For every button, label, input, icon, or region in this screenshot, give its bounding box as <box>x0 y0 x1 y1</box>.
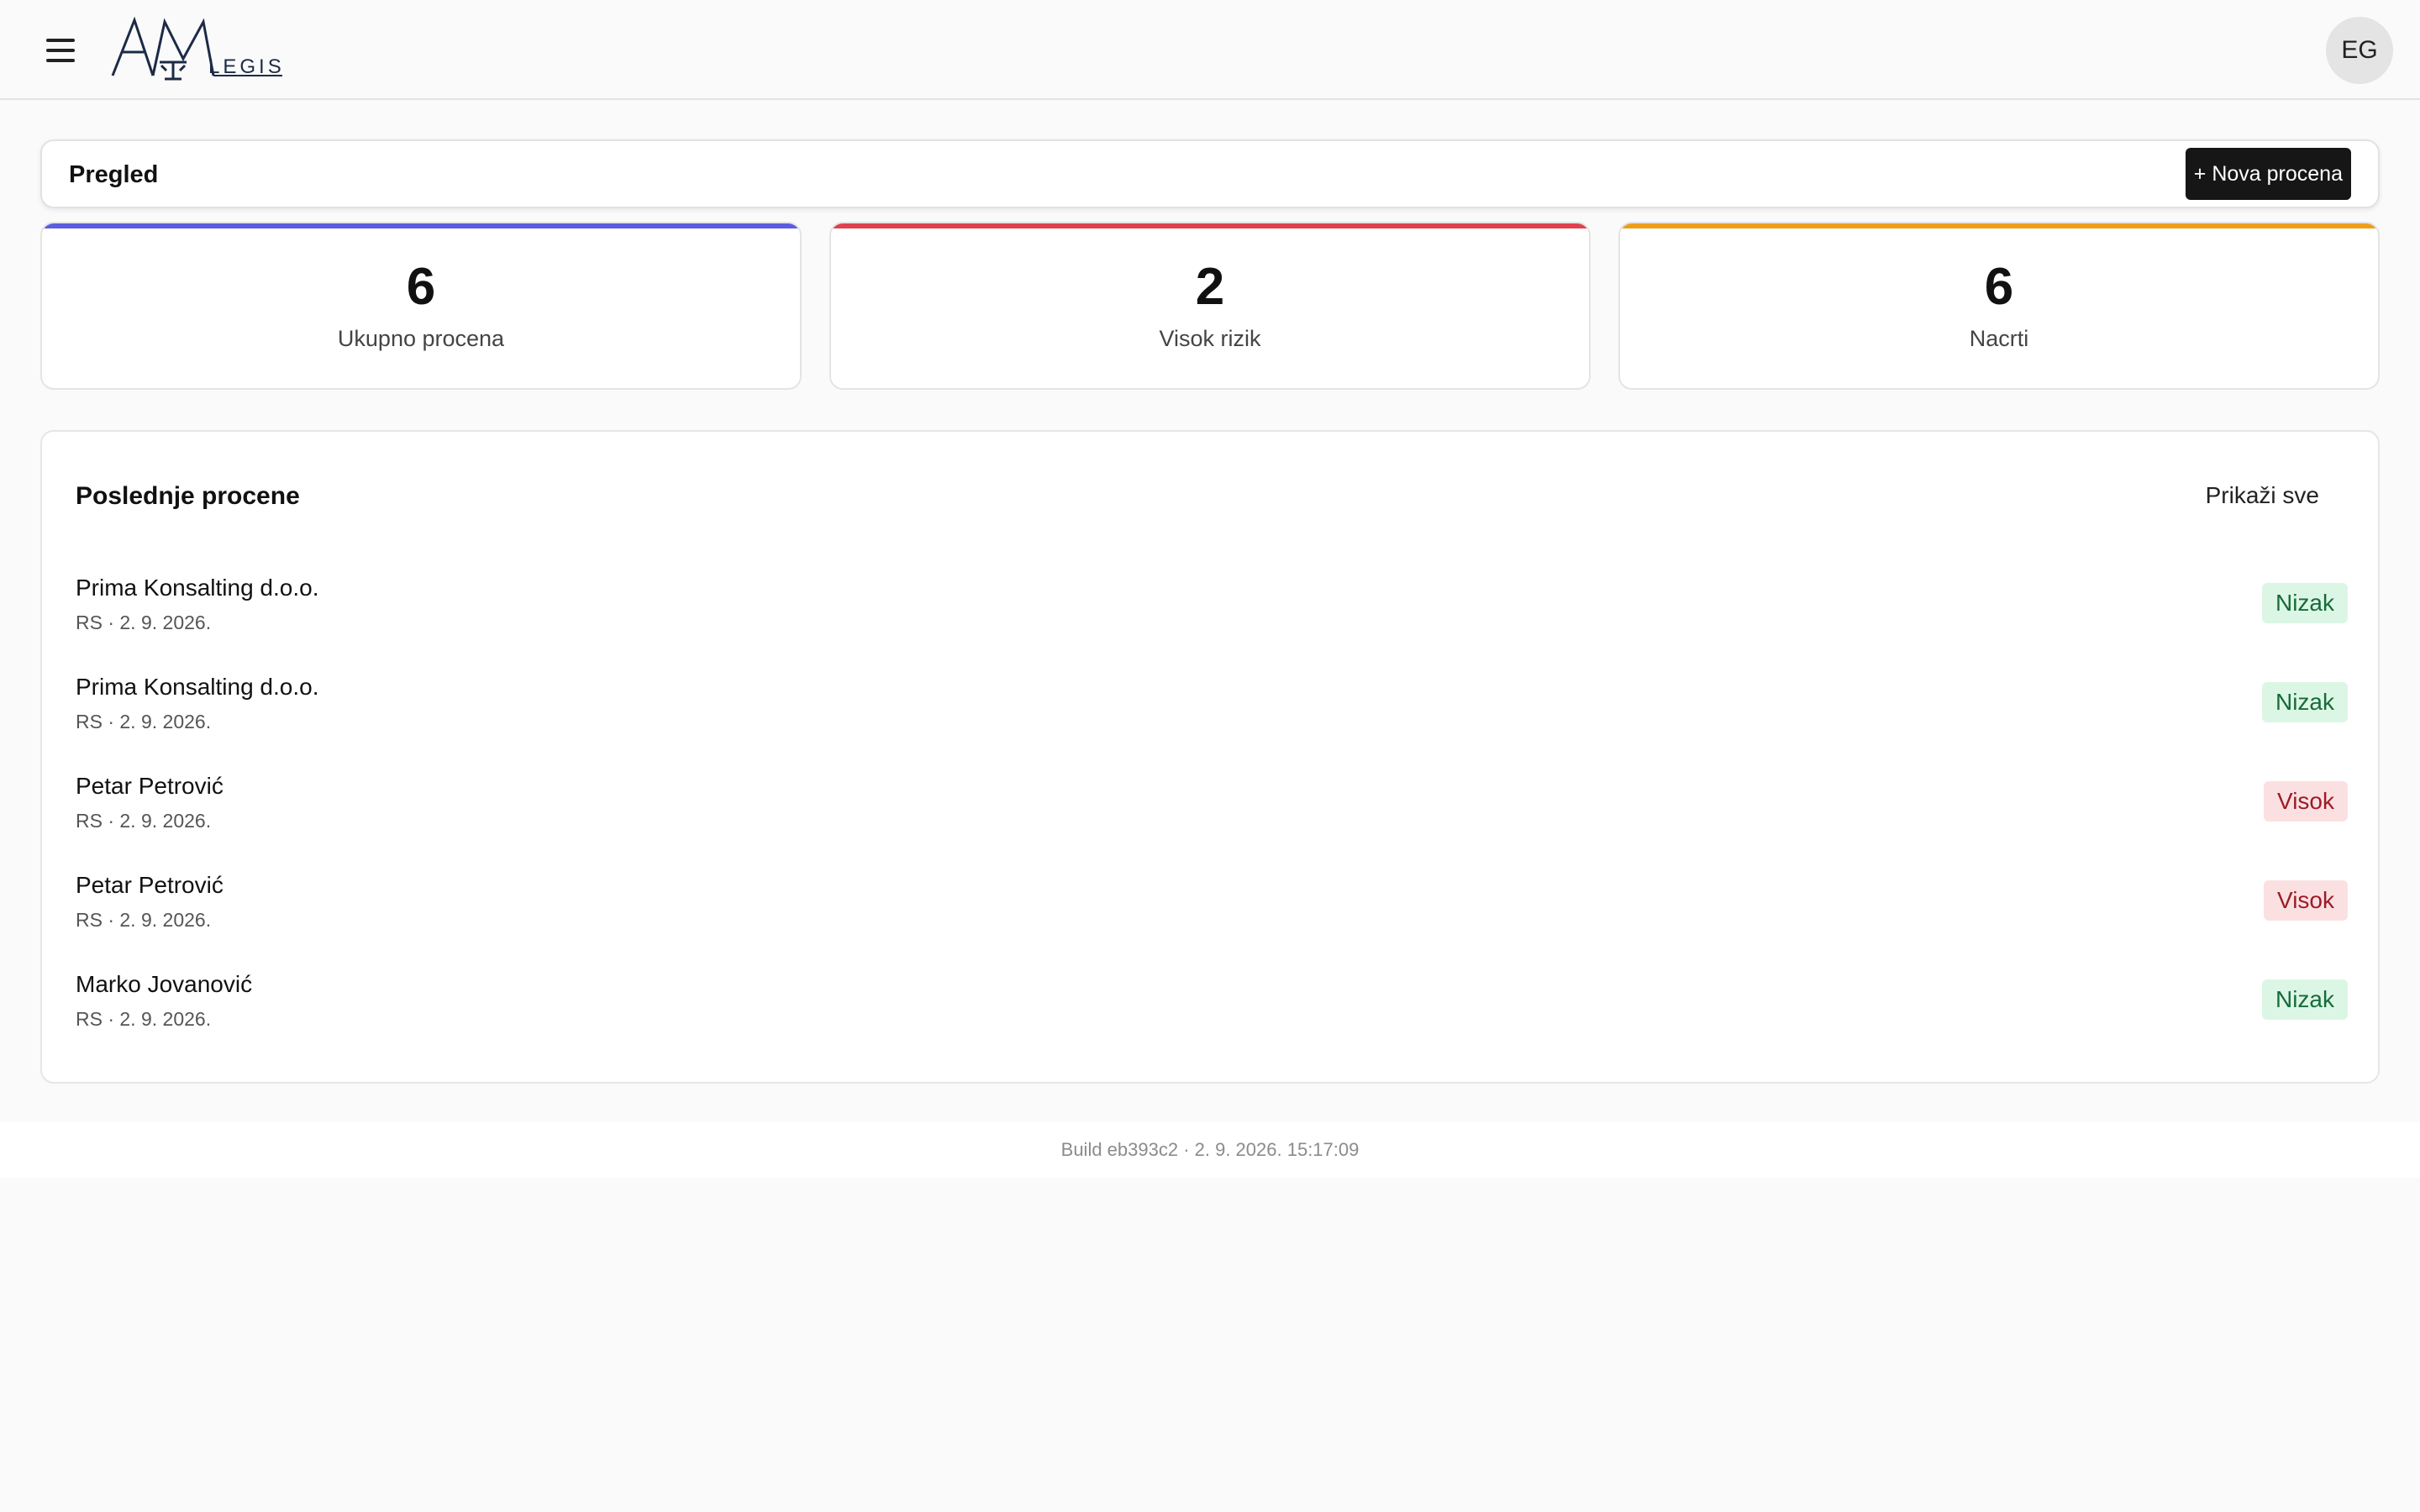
item-meta: RS · 2. 9. 2026. <box>76 612 212 633</box>
recent-title: Poslednje procene <box>76 482 300 510</box>
stat-value: 6 <box>1984 258 2014 316</box>
risk-badge: Nizak <box>2261 682 2348 722</box>
aml-legis-logo[interactable]: LEGIS <box>109 15 286 86</box>
item-name: Marko Jovanović <box>76 971 253 997</box>
stat-accent-bar <box>831 223 1589 228</box>
list-item[interactable]: Prima Konsalting d.o.o. RS · 2. 9. 2026.… <box>76 575 2348 674</box>
list-item[interactable]: Petar Petrović RS · 2. 9. 2026. Visok <box>76 872 2348 971</box>
new-assessment-button[interactable]: + Nova procena <box>2185 148 2351 200</box>
recent-assessments-card: Poslednje procene Prikaži sve Prima Kons… <box>40 430 2380 1084</box>
page-title: Pregled <box>69 161 159 188</box>
stat-label: Nacrti <box>1969 326 2029 351</box>
stat-card-total: 6 Ukupno procena <box>40 222 802 390</box>
page-header-card: Pregled + Nova procena <box>40 139 2380 208</box>
list-item[interactable]: Petar Petrović RS · 2. 9. 2026. Visok <box>76 773 2348 872</box>
item-name: Petar Petrović <box>76 872 224 898</box>
stat-value: 6 <box>406 258 436 316</box>
risk-badge: Visok <box>2264 880 2348 921</box>
logo-text: LEGIS <box>208 55 285 78</box>
item-name: Prima Konsalting d.o.o. <box>76 575 319 601</box>
risk-badge: Nizak <box>2261 583 2348 623</box>
stat-card-drafts: 6 Nacrti <box>1618 222 2380 390</box>
item-name: Prima Konsalting d.o.o. <box>76 674 319 700</box>
build-footer: Build eb393c2 · 2. 9. 2026. 15:17:09 <box>0 1122 2420 1178</box>
risk-badge: Nizak <box>2261 979 2348 1020</box>
item-name: Petar Petrović <box>76 773 224 799</box>
item-meta: RS · 2. 9. 2026. <box>76 711 212 732</box>
stat-label: Ukupno procena <box>337 326 505 351</box>
item-meta: RS · 2. 9. 2026. <box>76 1008 212 1030</box>
stat-label: Visok rizik <box>1159 326 1261 351</box>
item-meta: RS · 2. 9. 2026. <box>76 810 212 832</box>
stat-accent-bar <box>42 223 800 228</box>
stat-accent-bar <box>1620 223 2378 228</box>
list-item[interactable]: Marko Jovanović RS · 2. 9. 2026. Nizak <box>76 971 2348 1070</box>
stat-value: 2 <box>1195 258 1225 316</box>
top-bar: LEGIS EG <box>0 0 2420 100</box>
risk-badge: Visok <box>2264 781 2348 822</box>
show-all-link[interactable]: Prikaži sve <box>2206 482 2319 509</box>
user-avatar[interactable]: EG <box>2326 17 2393 84</box>
stat-card-high-risk: 2 Visok rizik <box>829 222 1591 390</box>
list-item[interactable]: Prima Konsalting d.o.o. RS · 2. 9. 2026.… <box>76 674 2348 773</box>
item-meta: RS · 2. 9. 2026. <box>76 909 212 931</box>
hamburger-menu-icon[interactable] <box>40 30 81 71</box>
